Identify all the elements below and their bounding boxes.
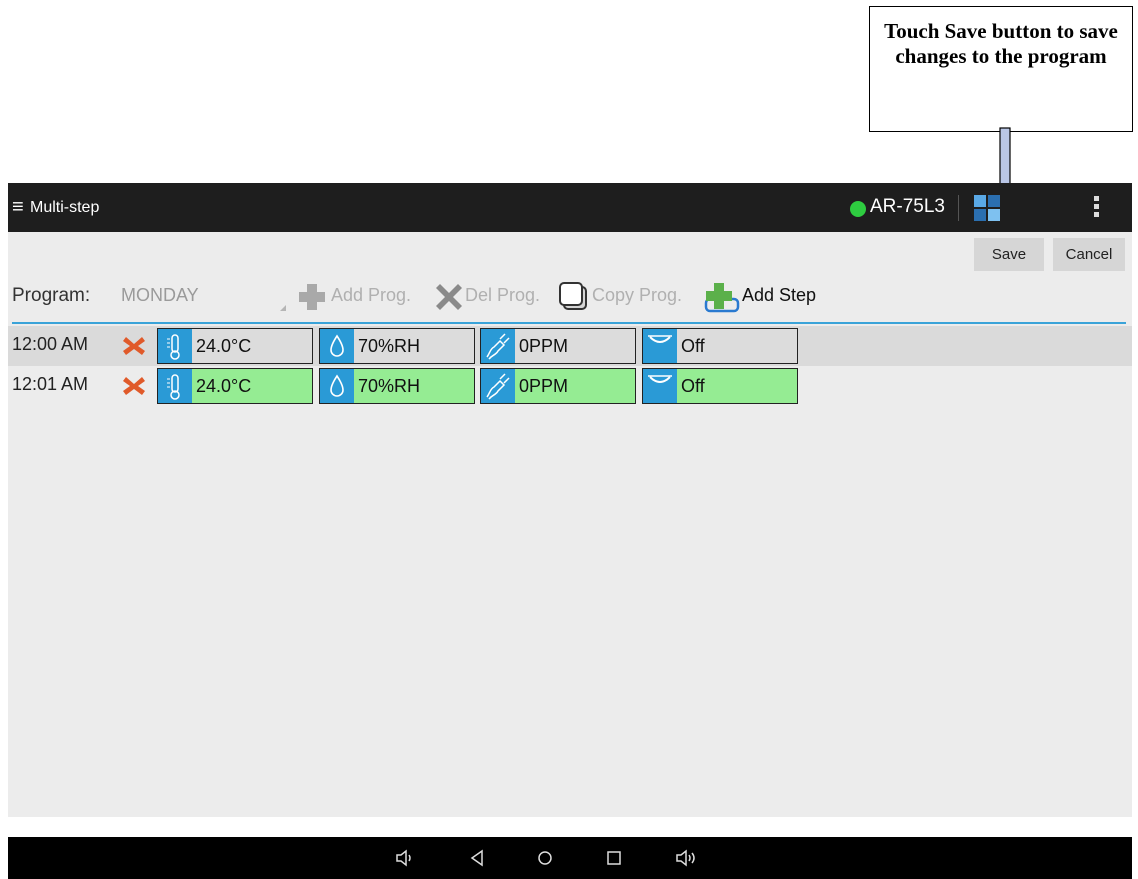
status-dot-icon <box>850 201 866 217</box>
add-program-button[interactable]: Add Prog. <box>296 281 436 311</box>
thermometer-icon <box>158 369 192 403</box>
humidity-cell[interactable]: 70%RH <box>319 328 475 364</box>
header-divider <box>12 322 1126 324</box>
copy-program-label: Copy Prog. <box>592 285 683 305</box>
light-cell[interactable]: Off <box>642 328 798 364</box>
light-icon <box>643 369 677 403</box>
co2-cell[interactable]: 0PPM <box>480 368 636 404</box>
callout-text: Touch Save button to save changes to the… <box>884 19 1118 68</box>
program-selected-value: MONDAY <box>121 285 199 305</box>
temperature-value: 24.0°C <box>196 376 252 396</box>
droplet-icon <box>320 369 354 403</box>
program-select[interactable]: MONDAY <box>121 285 286 311</box>
x-icon <box>436 284 462 310</box>
temperature-cell[interactable]: 24.0°C <box>157 368 313 404</box>
program-label: Program: <box>12 285 91 306</box>
thermometer-icon <box>158 329 192 363</box>
light-icon <box>643 329 677 363</box>
dropdown-corner-icon <box>280 305 286 311</box>
volume-down-icon[interactable] <box>394 847 416 869</box>
delete-step-icon[interactable] <box>122 375 146 397</box>
table-row: 12:01 AM 24.0°C 70%RH 0PPM Off <box>8 366 1132 406</box>
light-cell[interactable]: Off <box>642 368 798 404</box>
copy-program-button[interactable]: Copy Prog. <box>558 281 698 311</box>
co2-cell[interactable]: 0PPM <box>480 328 636 364</box>
app-window: ≡ Multi-step AR-75L3 Save Cancel Program… <box>8 183 1132 817</box>
add-step-label: Add Step <box>742 285 817 305</box>
separator <box>958 195 959 221</box>
delete-program-label: Del Prog. <box>465 285 541 305</box>
co2-value: 0PPM <box>519 376 569 396</box>
back-icon[interactable] <box>466 847 488 869</box>
device-name[interactable]: AR-75L3 <box>870 196 945 218</box>
table-row: 12:00 AM 24.0°C 70%RH 0PPM Off <box>8 326 1132 366</box>
save-button[interactable]: Save <box>974 238 1044 271</box>
annotation-callout: Touch Save button to save changes to the… <box>869 6 1133 132</box>
add-step-icon <box>704 283 740 313</box>
plus-icon <box>299 284 325 310</box>
humidity-value: 70%RH <box>358 376 421 396</box>
temperature-cell[interactable]: 24.0°C <box>157 328 313 364</box>
home-icon[interactable] <box>534 847 556 869</box>
co2-plug-icon <box>481 369 515 403</box>
copy-icon <box>559 282 587 310</box>
volume-up-icon[interactable] <box>675 847 697 869</box>
grid-icon[interactable] <box>974 195 1000 221</box>
overflow-menu-icon[interactable] <box>1094 196 1100 218</box>
recents-icon[interactable] <box>603 847 625 869</box>
delete-program-button[interactable]: Del Prog. <box>434 281 559 311</box>
cancel-button[interactable]: Cancel <box>1053 238 1125 271</box>
droplet-icon <box>320 329 354 363</box>
humidity-cell[interactable]: 70%RH <box>319 368 475 404</box>
app-title[interactable]: Multi-step <box>30 199 99 217</box>
temperature-value: 24.0°C <box>196 336 252 356</box>
step-time[interactable]: 12:01 AM <box>12 374 88 395</box>
top-bar: ≡ Multi-step AR-75L3 <box>8 183 1132 232</box>
delete-step-icon[interactable] <box>122 335 146 357</box>
light-value: Off <box>681 336 705 356</box>
step-time[interactable]: 12:00 AM <box>12 334 88 355</box>
light-value: Off <box>681 376 705 396</box>
navigation-bar <box>8 837 1132 879</box>
add-program-label: Add Prog. <box>331 285 412 305</box>
humidity-value: 70%RH <box>358 336 421 356</box>
menu-icon[interactable]: ≡ <box>12 197 24 217</box>
add-step-button[interactable]: Add Step <box>702 281 842 313</box>
co2-value: 0PPM <box>519 336 569 356</box>
co2-plug-icon <box>481 329 515 363</box>
